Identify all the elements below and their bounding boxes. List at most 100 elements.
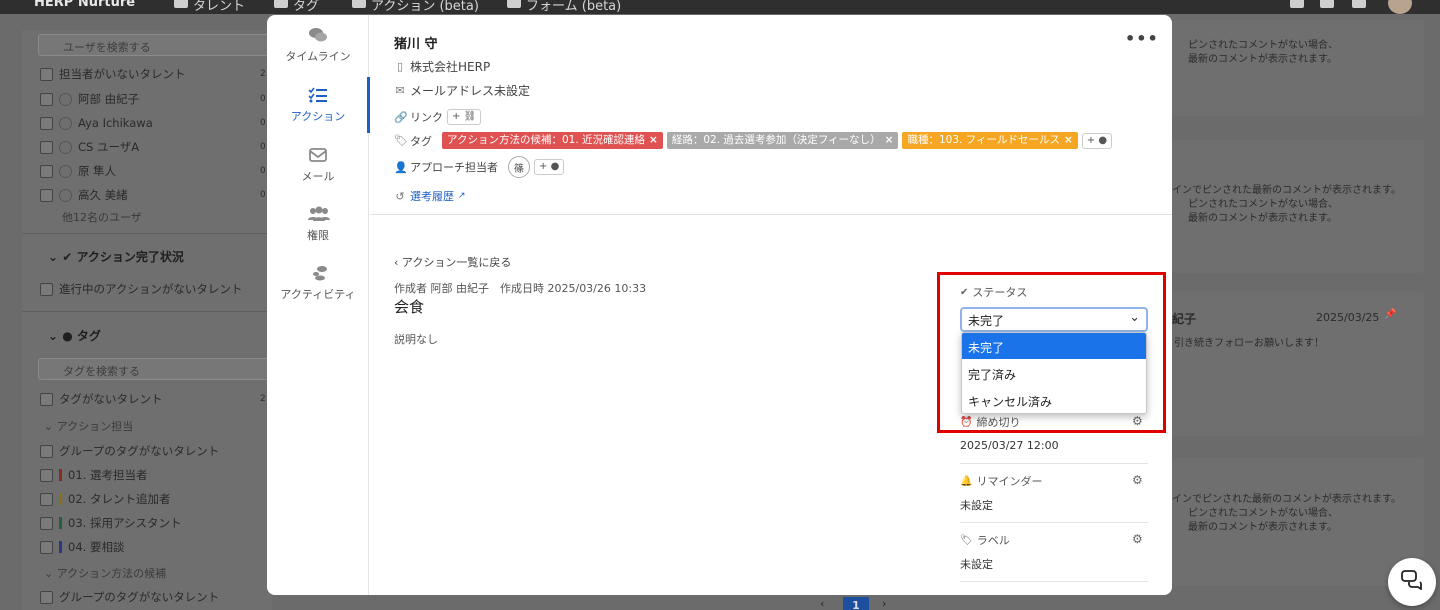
sidebar-item-mail[interactable]: メール (267, 147, 369, 184)
tag-text: 経路：02. 過去選考参加（決定フィーなし） (671, 134, 881, 146)
filter-user-row[interactable]: Aya Ichikawa (40, 114, 153, 132)
filter-tag-row[interactable]: 02. タレント追加者 (40, 490, 170, 508)
talent-card[interactable]: ピンされたコメントがない場合、 最新のコメントが表示されます。 (1172, 20, 1424, 116)
tag-search-input[interactable]: タグを検索する (38, 358, 270, 380)
highlight-box (937, 272, 1166, 433)
filter-tag-row[interactable]: グループのタグがないタレント (40, 442, 219, 460)
sidebar-item-timeline[interactable]: タイムライン (267, 27, 369, 64)
pagination-current-page[interactable]: 1 (843, 597, 869, 610)
filter-label: グループのタグがないタレント (59, 444, 220, 458)
filter-label: 原 隼人 (78, 164, 117, 178)
filter-user-row[interactable]: 原 隼人 (40, 162, 116, 180)
email-value: メールアドレス未設定 (410, 84, 531, 98)
add-tag-button[interactable]: + ● (1081, 132, 1113, 149)
checkbox[interactable] (40, 67, 53, 81)
filter-user-row[interactable]: 担当者がいないタレント (40, 65, 186, 83)
tag-chip[interactable]: アクション方法の候補：01. 近況確認連絡 × (442, 132, 663, 149)
talent-card[interactable]: インでピンされた最新のコメントが表示されます。 ピンされたコメントがない場合、 … (1172, 140, 1424, 273)
add-sign: + (1086, 134, 1096, 146)
chart-icon[interactable] (1320, 0, 1334, 8)
tasks-icon (308, 87, 328, 103)
more-users-link[interactable]: 他12名のユーザ (62, 209, 142, 225)
talent-card[interactable]: インでピンされた最新のコメントが表示されます。 ピンされたコメントがない場合、 … (1172, 458, 1424, 586)
back-to-actions-link[interactable]: ‹ アクション一覧に戻る (394, 254, 511, 270)
filter-tag-row[interactable]: 01. 選考担当者 (40, 466, 147, 484)
divider (960, 463, 1148, 464)
filter-count: 0 (260, 118, 266, 128)
checkbox[interactable] (40, 468, 53, 482)
tag-icon (274, 0, 288, 8)
filter-tag-row[interactable]: 04. 要相談 (40, 538, 124, 556)
card-comment: 引き続きフォローお願いします！ (1174, 338, 1324, 349)
nav-tag[interactable]: タグ (293, 0, 319, 14)
nav-action[interactable]: アクション (beta) (371, 0, 479, 14)
checkbox[interactable] (40, 540, 53, 554)
filter-action-row[interactable]: 進行中のアクションがないタレント (40, 280, 242, 298)
sidebar-item-label: タイムライン (285, 50, 351, 63)
user-avatar[interactable] (1388, 0, 1412, 14)
tag-chip[interactable]: 経路：02. 過去選考参加（決定フィーなし） × (666, 132, 899, 149)
add-link-button[interactable]: + ⛓ (447, 109, 482, 125)
checkbox[interactable] (40, 116, 53, 130)
more-options-icon[interactable]: ••• (1125, 29, 1159, 48)
filter-label: CS ユーザA (78, 140, 140, 154)
mail-icon[interactable] (1290, 0, 1304, 8)
filter-label: 進行中のアクションがないタレント (59, 282, 243, 296)
section-tag[interactable]: ⌄ ● タグ (48, 327, 101, 344)
checkbox[interactable] (40, 516, 53, 530)
remove-tag-icon[interactable]: × (1064, 134, 1073, 146)
nav-talent[interactable]: タレント (193, 0, 245, 14)
section-action-status[interactable]: ⌄ ✔ アクション完了状況 (48, 248, 184, 265)
company-name: 株式会社HERP (410, 60, 491, 74)
user-avatar-icon (59, 164, 72, 178)
brand-logo[interactable]: HERP Nurture (34, 0, 135, 10)
history-row: ↺ 選考履歴 ↗ (394, 188, 465, 204)
checkbox[interactable] (40, 444, 53, 458)
link-label: リンク (410, 111, 443, 124)
checkbox[interactable] (40, 188, 53, 202)
filter-count: 2 (260, 394, 266, 404)
pagination-next[interactable]: › (882, 597, 886, 610)
checkbox[interactable] (40, 392, 53, 406)
talent-card[interactable]: 紀子 2025/03/25 📌 引き続きフォローお願いします！ (1172, 291, 1424, 436)
top-navbar: HERP Nurture タレント タグ アクション (beta) フォーム (… (0, 0, 1440, 14)
user-search-input[interactable]: ユーザを検索する (38, 34, 270, 56)
checkbox[interactable] (40, 92, 53, 106)
add-assignee-button[interactable]: + ● (534, 159, 565, 175)
card-name: 紀子 (1172, 312, 1197, 326)
sidebar-item-activity[interactable]: アクティビティ (267, 265, 369, 302)
tag-color-bar (59, 493, 62, 505)
filter-label: 04. 要相談 (68, 540, 125, 554)
users-icon (308, 206, 330, 222)
filter-label: 阿部 由紀子 (78, 92, 140, 106)
remove-tag-icon[interactable]: × (885, 134, 894, 146)
assignee-avatar[interactable]: 篠 (508, 156, 530, 178)
link-icon: ⛓ (463, 111, 477, 122)
card-comment: ピンされたコメントがない場合、 (1188, 508, 1338, 519)
pagination: 1 (0, 597, 1440, 610)
approach-row: 👤 アプローチ担当者 篠 + ● (394, 156, 565, 178)
chat-button[interactable] (1388, 558, 1436, 606)
filter-user-row[interactable]: 高久 美緒 (40, 186, 128, 204)
history-icon: ↺ (395, 189, 405, 203)
filter-user-row[interactable]: 阿部 由紀子 (40, 90, 139, 108)
nav-form[interactable]: フォーム (beta) (526, 0, 621, 14)
sidebar-item-action[interactable]: アクション (267, 87, 369, 124)
tag-chip[interactable]: 職種：103. フィールドセールス × (902, 132, 1078, 149)
pin-icon[interactable]: 📌 (1384, 309, 1396, 320)
remove-tag-icon[interactable]: × (649, 134, 658, 146)
label-gear-icon[interactable]: ⚙ (1132, 532, 1143, 546)
filter-user-row[interactable]: CS ユーザA (40, 138, 139, 156)
checkbox[interactable] (40, 140, 53, 154)
filter-tag-row[interactable]: 03. 採用アシスタント (40, 514, 181, 532)
filter-tag-row[interactable]: タグがないタレント (40, 390, 163, 408)
sidebar-item-label: アクティビティ (280, 288, 356, 301)
history-link[interactable]: 選考履歴 (410, 188, 454, 204)
sidebar-item-permission[interactable]: 権限 (267, 206, 369, 243)
checkbox[interactable] (40, 282, 53, 296)
gear-icon[interactable] (1352, 0, 1366, 8)
filter-count: 2 (260, 69, 266, 79)
checkbox[interactable] (40, 492, 53, 506)
checkbox[interactable] (40, 164, 53, 178)
reminder-gear-icon[interactable]: ⚙ (1132, 473, 1143, 487)
